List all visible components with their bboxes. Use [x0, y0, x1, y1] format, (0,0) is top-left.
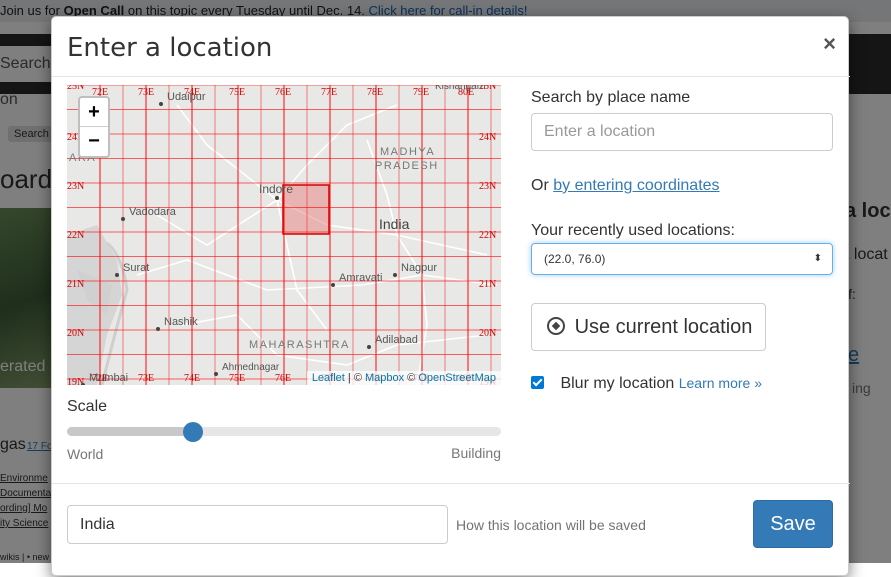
place-search-input[interactable]: Enter a location — [531, 113, 833, 151]
place-label: Nashik — [164, 316, 198, 328]
lat-label: 24N — [479, 132, 496, 143]
place-label: India — [379, 216, 410, 232]
enter-coordinates-link[interactable]: by entering coordinates — [553, 177, 719, 194]
compass-icon — [547, 317, 565, 335]
lat-label: 20N — [479, 328, 496, 339]
modal-header: Enter a location × — [52, 17, 850, 77]
use-current-location-label: Use current location — [574, 316, 753, 338]
lon-label: 75E — [229, 373, 245, 384]
save-button[interactable]: Save — [753, 500, 833, 548]
leaflet-link[interactable]: Leaflet — [312, 372, 345, 384]
scale-slider-fill — [67, 427, 193, 436]
city-dot-icon — [115, 273, 119, 277]
map-attribution: Leaflet | © Mapbox © OpenStreetMap — [306, 371, 501, 385]
place-label: Adilabad — [375, 334, 418, 346]
lon-label: 76E — [275, 87, 291, 98]
location-modal: Enter a location × 72E 72E 73E 73E 74E 74E 75E… — [51, 16, 850, 576]
scale-max-label: Building — [451, 445, 501, 461]
place-label: MADHYA — [380, 146, 435, 158]
lon-label: 78E — [367, 87, 383, 98]
location-options: Search by place name Enter a location Or… — [531, 87, 834, 393]
search-label: Search by place name — [531, 89, 691, 106]
scale-label: Scale — [67, 398, 108, 415]
blur-checkbox[interactable] — [531, 376, 544, 389]
modal-title: Enter a location — [67, 33, 273, 63]
city-dot-icon — [214, 372, 218, 376]
use-current-location-button[interactable]: Use current location — [531, 303, 766, 351]
mapbox-link[interactable]: Mapbox — [365, 372, 404, 384]
city-dot-icon — [275, 196, 279, 200]
place-label: Vadodara — [129, 206, 177, 218]
place-label: Indore — [259, 182, 293, 196]
recent-selected-value: (22.0, 76.0) — [544, 252, 606, 266]
place-label: PRADESH — [375, 160, 439, 172]
location-map[interactable]: 72E72E73E73E74E74E75E75E76E76E77E77E78E7… — [67, 85, 501, 385]
coords-prefix: Or — [531, 177, 554, 194]
lat-label: 21N — [67, 279, 84, 290]
lon-label: 79E — [413, 87, 429, 98]
lat-label: 22N — [67, 230, 84, 241]
lat-label: 21N — [479, 279, 496, 290]
lon-label: 75E — [229, 87, 245, 98]
location-name-help: How this location will be saved — [456, 517, 646, 533]
blur-row: Blur my location Learn more » — [531, 375, 834, 393]
close-icon[interactable]: × — [823, 33, 836, 55]
place-label: MAHARASHTRA — [249, 339, 350, 351]
city-dot-icon — [159, 102, 163, 106]
lat-label: 22N — [479, 230, 496, 241]
lat-label: 23N — [479, 181, 496, 192]
attrib-sep2: © — [404, 372, 419, 384]
scale-slider-thumb[interactable] — [182, 422, 203, 442]
lat-label: 20N — [67, 328, 84, 339]
city-dot-icon — [121, 217, 125, 221]
recent-locations-select[interactable]: (22.0, 76.0) ⬍ — [531, 243, 833, 275]
place-label: Amravati — [339, 272, 382, 284]
lon-label: 74E — [184, 373, 200, 384]
lon-label: 73E — [138, 87, 154, 98]
scale-min-label: World — [67, 446, 104, 462]
scale-slider[interactable] — [67, 422, 501, 442]
zoom-control: + − — [78, 96, 110, 158]
map-canvas[interactable]: 72E72E73E73E74E74E75E75E76E76E77E77E78E7… — [67, 85, 501, 385]
place-labels: Udaipur Indore Vadodara India Surat Amravati N… — [69, 85, 486, 385]
blur-label: Blur my location — [560, 375, 675, 392]
city-dot-icon — [393, 273, 397, 277]
place-label: Kishangarh — [435, 85, 486, 92]
location-name-input[interactable]: India — [67, 505, 448, 544]
place-label: Mumbai — [89, 372, 128, 384]
attrib-sep1: | © — [344, 372, 365, 384]
recent-label: Your recently used locations: — [531, 222, 735, 239]
place-label: Udaipur — [167, 91, 206, 103]
city-dot-icon — [367, 345, 371, 349]
city-dot-icon — [156, 327, 160, 331]
learn-more-link[interactable]: Learn more » — [679, 375, 762, 391]
coords-line: Or by entering coordinates — [531, 177, 834, 195]
lon-label: 76E — [275, 373, 291, 384]
zoom-in-button[interactable]: + — [80, 98, 108, 127]
place-label: Nagpur — [401, 262, 437, 274]
city-dot-icon — [331, 283, 335, 287]
place-label: Surat — [123, 262, 149, 274]
place-label: Ahmednagar — [222, 362, 280, 373]
osm-link[interactable]: OpenStreetMap — [418, 372, 496, 384]
lat-label: 23N — [67, 181, 84, 192]
lon-label: 77E — [321, 87, 337, 98]
zoom-out-button[interactable]: − — [80, 127, 108, 156]
select-arrow-icon: ⬍ — [813, 253, 822, 264]
lon-label: 73E — [138, 373, 154, 384]
lat-label: 25N — [67, 85, 84, 92]
